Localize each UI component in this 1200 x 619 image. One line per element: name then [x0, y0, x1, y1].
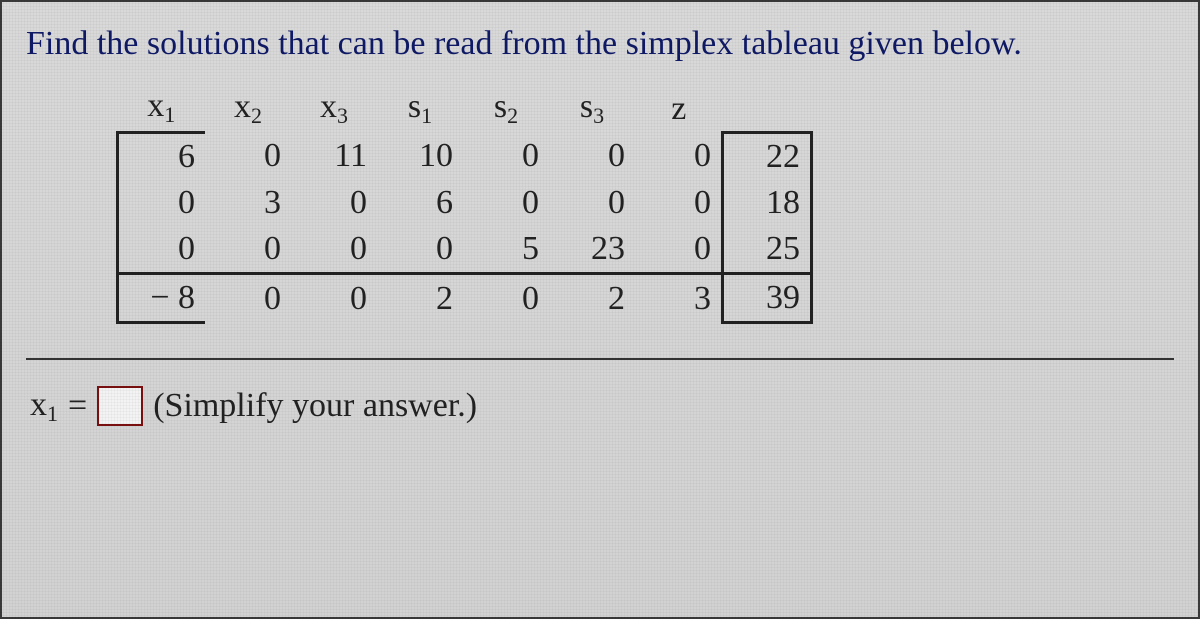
cell: 0 [549, 180, 635, 226]
answer-line: x1 = (Simplify your answer.) [26, 386, 1174, 427]
cell-rhs: 39 [723, 273, 812, 322]
simplex-tableau: x1 x2 x3 s1 s2 s3 z 6 0 11 10 0 0 0 22 0 [116, 85, 1174, 324]
cell: 0 [205, 132, 291, 180]
tableau-table: x1 x2 x3 s1 s2 s3 z 6 0 11 10 0 0 0 22 0 [116, 85, 813, 324]
cell: 6 [118, 132, 206, 180]
tableau-header-row: x1 x2 x3 s1 s2 s3 z [118, 85, 812, 133]
cell: 0 [377, 226, 463, 274]
cell: 0 [118, 226, 206, 274]
cell: 2 [549, 273, 635, 322]
table-row-objective: − 8 0 0 2 0 2 3 39 [118, 273, 812, 322]
question-page: Find the solutions that can be read from… [0, 0, 1200, 619]
cell: 2 [377, 273, 463, 322]
cell: 0 [205, 226, 291, 274]
cell: 0 [635, 180, 723, 226]
cell: 0 [635, 132, 723, 180]
instruction-text: Find the solutions that can be read from… [26, 24, 1174, 65]
cell: 0 [463, 180, 549, 226]
cell: − 8 [118, 273, 206, 322]
cell-rhs: 25 [723, 226, 812, 274]
answer-hint: (Simplify your answer.) [153, 387, 477, 425]
cell: 3 [205, 180, 291, 226]
answer-input[interactable] [97, 386, 143, 426]
col-header-x3: x3 [291, 85, 377, 133]
cell: 0 [635, 226, 723, 274]
cell: 10 [377, 132, 463, 180]
cell: 0 [291, 180, 377, 226]
table-row: 0 0 0 0 5 23 0 25 [118, 226, 812, 274]
cell: 3 [635, 273, 723, 322]
answer-variable: x1 [30, 386, 58, 427]
col-header-z: z [635, 85, 723, 133]
col-header-x2: x2 [205, 85, 291, 133]
cell: 0 [291, 273, 377, 322]
cell: 0 [463, 273, 549, 322]
cell: 0 [118, 180, 206, 226]
cell: 0 [205, 273, 291, 322]
col-header-rhs [723, 85, 812, 133]
cell: 0 [463, 132, 549, 180]
cell: 0 [549, 132, 635, 180]
col-header-x1: x1 [118, 85, 206, 133]
equals-sign: = [68, 387, 87, 425]
cell: 11 [291, 132, 377, 180]
col-header-s3: s3 [549, 85, 635, 133]
cell: 5 [463, 226, 549, 274]
table-row: 6 0 11 10 0 0 0 22 [118, 132, 812, 180]
cell: 0 [291, 226, 377, 274]
divider [26, 358, 1174, 360]
cell-rhs: 18 [723, 180, 812, 226]
col-header-s1: s1 [377, 85, 463, 133]
col-header-s2: s2 [463, 85, 549, 133]
cell-rhs: 22 [723, 132, 812, 180]
cell: 6 [377, 180, 463, 226]
cell: 23 [549, 226, 635, 274]
table-row: 0 3 0 6 0 0 0 18 [118, 180, 812, 226]
